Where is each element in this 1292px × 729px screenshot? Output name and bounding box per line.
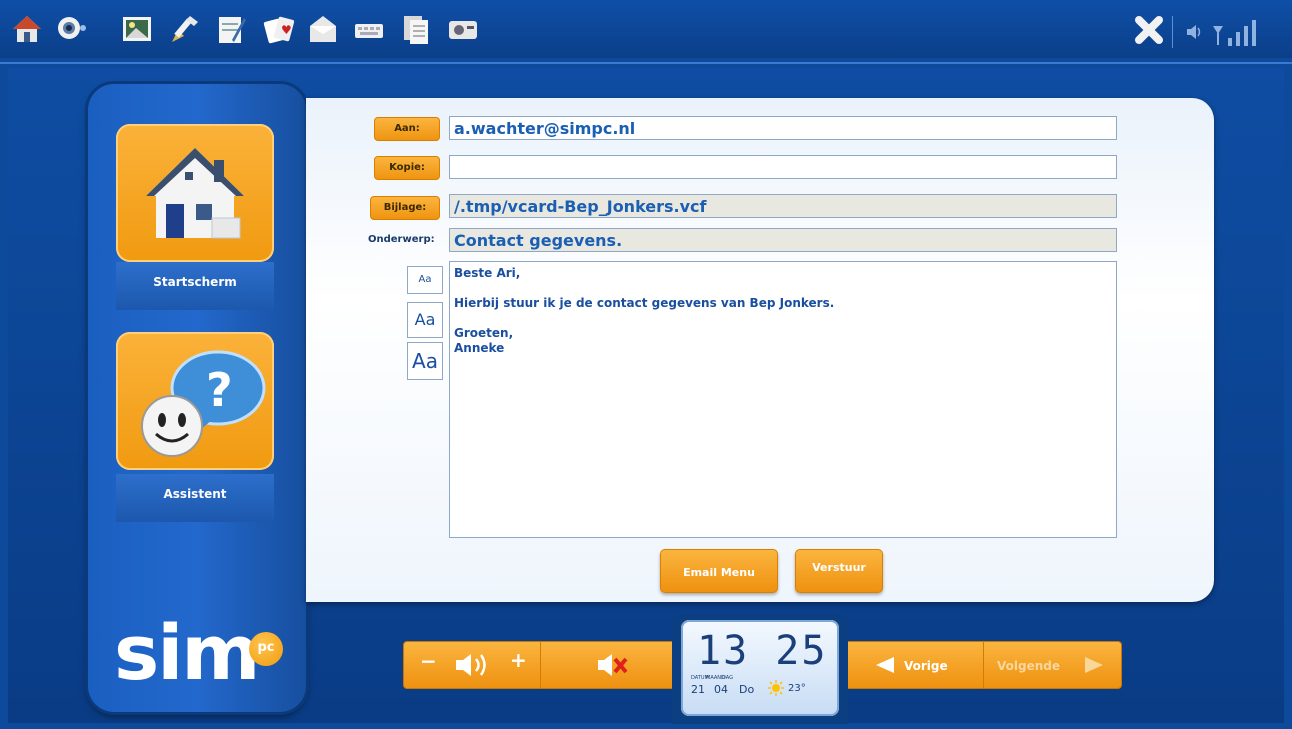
message-body[interactable]: Beste Ari, Hierbij stuur ik je de contac… bbox=[449, 261, 1117, 538]
volume-bar bbox=[403, 641, 673, 689]
volume-icon[interactable] bbox=[1184, 22, 1204, 42]
photo-icon[interactable] bbox=[120, 12, 154, 46]
documents-icon[interactable] bbox=[400, 12, 434, 46]
email-menu-button[interactable]: Email Menu bbox=[660, 549, 778, 593]
previous-button[interactable]: Vorige bbox=[904, 659, 948, 673]
svg-text:♥: ♥ bbox=[281, 23, 292, 37]
arrow-left-icon[interactable] bbox=[874, 656, 896, 674]
to-field[interactable]: a.wachter@simpc.nl bbox=[449, 116, 1117, 140]
assistant-button[interactable]: ? bbox=[116, 332, 274, 470]
volume-up-button[interactable]: + bbox=[510, 648, 527, 672]
pc-badge: pc bbox=[249, 632, 283, 666]
body-line: Beste Ari, bbox=[454, 266, 521, 280]
cc-button[interactable]: Kopie: bbox=[374, 156, 440, 180]
month-value: 04 bbox=[714, 683, 728, 696]
assistant-label[interactable]: Assistent bbox=[116, 474, 274, 522]
day-value: 21 bbox=[691, 683, 705, 696]
home-icon[interactable] bbox=[10, 12, 44, 46]
svg-text:?: ? bbox=[206, 363, 233, 417]
subject-label: Onderwerp: bbox=[368, 234, 435, 245]
body-line: Anneke bbox=[454, 341, 505, 355]
control-separator bbox=[983, 641, 984, 689]
editor-icon[interactable] bbox=[214, 12, 248, 46]
speaker-icon bbox=[456, 654, 486, 676]
mute-icon[interactable] bbox=[594, 650, 630, 680]
font-medium-button[interactable]: Aa bbox=[407, 302, 443, 338]
volume-down-button[interactable]: − bbox=[420, 649, 437, 673]
send-label: Verstuur bbox=[812, 561, 866, 574]
close-icon[interactable] bbox=[1132, 14, 1166, 46]
weekday-value: Do bbox=[739, 683, 755, 696]
radio-icon[interactable] bbox=[446, 12, 480, 46]
toolbar-divider bbox=[0, 62, 1292, 64]
webcam-icon[interactable] bbox=[54, 12, 88, 46]
subject-value: Contact gegevens. bbox=[454, 231, 623, 250]
email-menu-label: Email Menu bbox=[683, 566, 755, 579]
font-small-button[interactable]: Aa bbox=[407, 266, 443, 294]
next-button[interactable]: Volgende bbox=[997, 659, 1060, 673]
keyboard-icon[interactable] bbox=[352, 12, 386, 46]
home-button[interactable] bbox=[116, 124, 274, 262]
body-line: Hierbij stuur ik je de contact gegevens … bbox=[454, 296, 835, 310]
sun-icon bbox=[768, 680, 784, 696]
attachment-value: /.tmp/vcard-Bep_Jonkers.vcf bbox=[454, 197, 707, 216]
to-value: a.wachter@simpc.nl bbox=[454, 119, 636, 138]
attachment-button[interactable]: Bijlage: bbox=[370, 196, 440, 220]
temperature: 23° bbox=[788, 683, 806, 694]
cards-icon[interactable]: ♥ bbox=[262, 12, 296, 46]
mail-icon[interactable] bbox=[306, 12, 340, 46]
subject-field[interactable]: Contact gegevens. bbox=[449, 228, 1117, 252]
signal-icon bbox=[1213, 20, 1256, 46]
cc-field[interactable] bbox=[449, 155, 1117, 179]
home-label[interactable]: Startscherm bbox=[116, 262, 274, 310]
to-button[interactable]: Aan: bbox=[374, 117, 440, 141]
sim-logo: sim bbox=[114, 608, 260, 697]
control-separator bbox=[540, 641, 541, 689]
body-line: Groeten, bbox=[454, 326, 514, 340]
send-button[interactable]: Verstuur bbox=[795, 549, 883, 593]
arrow-right-icon[interactable] bbox=[1083, 656, 1105, 674]
attachment-field[interactable]: /.tmp/vcard-Bep_Jonkers.vcf bbox=[449, 194, 1117, 218]
house-icon bbox=[146, 148, 244, 239]
toolbar-separator bbox=[1172, 16, 1173, 48]
assistant-icon: ? bbox=[141, 350, 266, 457]
clock-time: 13 25 bbox=[697, 628, 828, 674]
paint-icon[interactable] bbox=[168, 12, 202, 46]
font-large-button[interactable]: Aa bbox=[407, 342, 443, 380]
day-label: DAG bbox=[722, 675, 733, 681]
